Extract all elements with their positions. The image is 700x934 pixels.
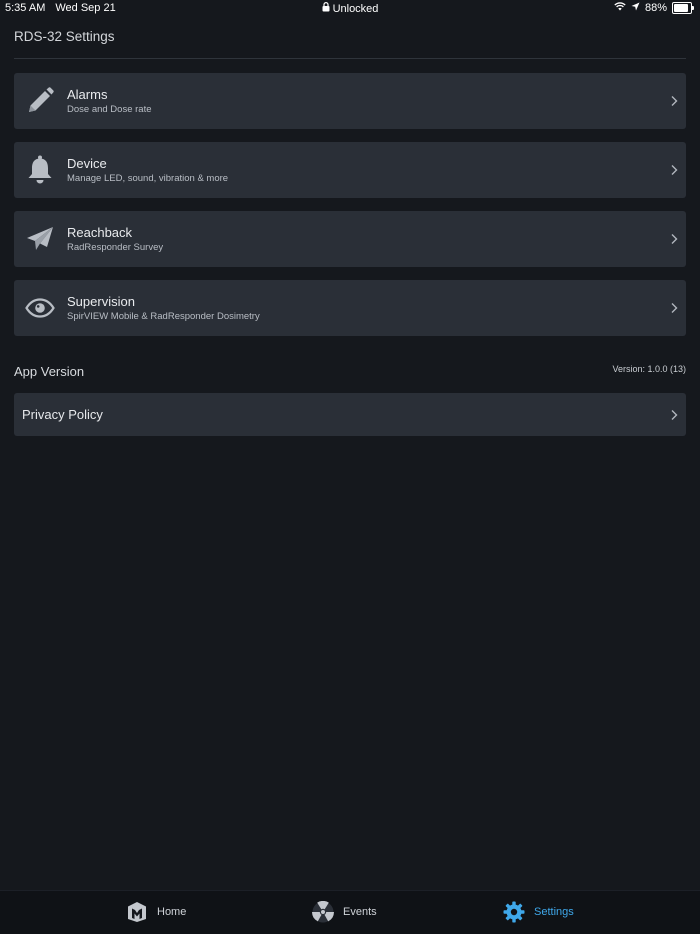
pencil-icon (25, 86, 55, 116)
chevron-right-icon (671, 303, 678, 313)
tab-label: Settings (534, 906, 574, 918)
settings-item-device[interactable]: Device Manage LED, sound, vibration & mo… (14, 142, 686, 198)
location-arrow-icon (631, 2, 640, 14)
settings-screen: 5:35 AM Wed Sep 21 Unlocked 88% RDS-32 S… (0, 0, 700, 934)
battery-fill (674, 4, 689, 12)
tab-settings[interactable]: Settings (503, 901, 574, 923)
paper-plane-icon (25, 224, 55, 254)
tab-label: Home (157, 906, 187, 918)
settings-item-title: Reachback (67, 225, 133, 240)
lock-status: Unlocked (332, 2, 379, 15)
privacy-policy-label: Privacy Policy (22, 407, 103, 422)
header-divider (14, 58, 686, 59)
settings-item-reachback[interactable]: Reachback RadResponder Survey (14, 211, 686, 267)
status-bar: 5:35 AM Wed Sep 21 Unlocked 88% (0, 0, 700, 17)
app-version-title: App Version (14, 364, 85, 379)
settings-item-subtitle: SpirVIEW Mobile & RadResponder Dosimetry (67, 311, 260, 322)
settings-item-subtitle: Dose and Dose rate (67, 104, 152, 115)
tab-bar: Home Events Settings (0, 890, 700, 934)
settings-item-title: Device (67, 156, 107, 171)
chevron-right-icon (671, 96, 678, 106)
settings-item-supervision[interactable]: Supervision SpirVIEW Mobile & RadRespond… (14, 280, 686, 336)
eye-icon (25, 293, 55, 323)
wifi-icon (614, 2, 626, 14)
home-logo-icon (126, 901, 148, 923)
battery-percent: 88% (644, 2, 667, 14)
lock-icon (322, 2, 330, 15)
radiation-icon (312, 901, 334, 923)
chevron-right-icon (671, 409, 678, 420)
battery-icon (672, 2, 694, 14)
page-title: RDS-32 Settings (14, 29, 115, 44)
tab-label: Events (343, 906, 377, 918)
settings-item-subtitle: Manage LED, sound, vibration & more (67, 173, 229, 184)
tab-events[interactable]: Events (312, 901, 377, 923)
bell-icon (25, 155, 55, 185)
settings-item-title: Alarms (67, 87, 108, 102)
settings-item-alarms[interactable]: Alarms Dose and Dose rate (14, 73, 686, 129)
settings-item-title: Supervision (67, 294, 135, 309)
privacy-policy-row[interactable]: Privacy Policy (14, 393, 686, 436)
chevron-right-icon (671, 234, 678, 244)
tab-home[interactable]: Home (126, 901, 186, 923)
settings-item-subtitle: RadResponder Survey (67, 242, 164, 253)
chevron-right-icon (671, 165, 678, 175)
gear-icon (503, 901, 525, 923)
app-version-number: Version: 1.0.0 (13) (612, 364, 686, 374)
